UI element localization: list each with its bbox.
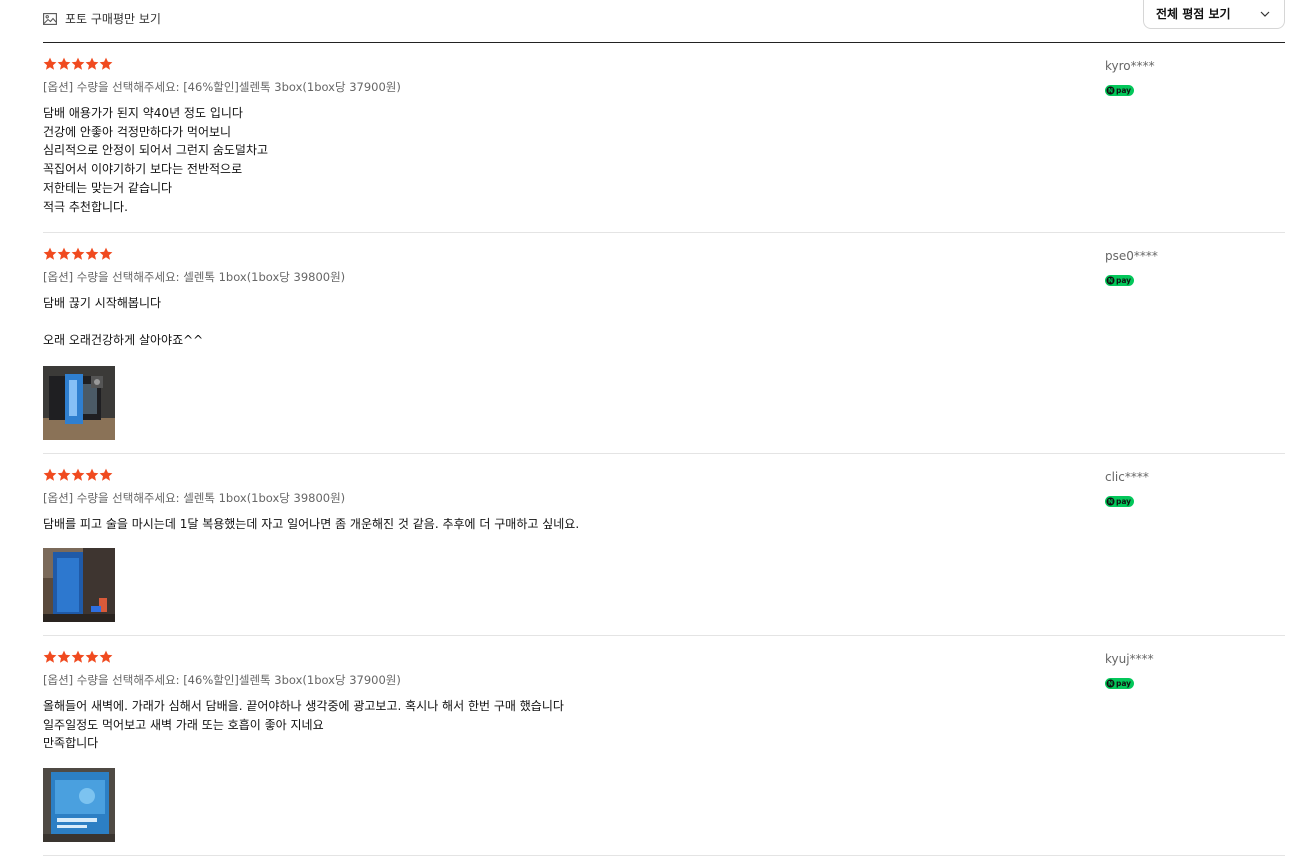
star-icon — [43, 57, 57, 70]
star-icon — [85, 468, 99, 481]
star-icon — [71, 650, 85, 663]
svg-text:N: N — [1108, 499, 1113, 506]
star-icon — [57, 57, 71, 70]
review-photo-thumbnail[interactable] — [43, 548, 115, 622]
review-list-page: 포토 구매평만 보기 전체 평점 보기 [옵션] 수량을 선택해주세요: [46… — [0, 0, 1304, 859]
star-icon — [71, 57, 85, 70]
star-icon — [71, 247, 85, 260]
review-option: [옵션] 수량을 선택해주세요: 셀렌톡 1box(1box당 39800원) — [43, 270, 346, 284]
reviewer-id: kyuj**** — [1105, 652, 1154, 666]
star-icon — [99, 247, 113, 260]
npay-badge-icon: Npay — [1105, 271, 1134, 290]
npay-badge-icon: Npay — [1105, 674, 1134, 693]
review-text: 담배 끊기 시작해봅니다 오래 오래건강하게 살아야죠^^ — [43, 296, 204, 348]
photo-filter-label: 포토 구매평만 보기 — [65, 12, 161, 26]
photo-review-filter[interactable]: 포토 구매평만 보기 — [43, 10, 161, 27]
review-item: [옵션] 수량을 선택해주세요: [46%할인]셀렌톡 3box(1box당 3… — [43, 636, 1285, 856]
review-filter-bar: 포토 구매평만 보기 전체 평점 보기 — [43, 0, 1285, 43]
star-icon — [43, 468, 57, 481]
review-option: [옵션] 수량을 선택해주세요: 셀렌톡 1box(1box당 39800원) — [43, 491, 346, 505]
star-icon — [99, 650, 113, 663]
star-icon — [85, 57, 99, 70]
star-icon — [43, 650, 57, 663]
npay-badge-icon: Npay — [1105, 81, 1134, 100]
review-photo-thumbnail[interactable] — [43, 768, 115, 842]
review-text: 담배 애용가가 된지 약40년 정도 입니다 건강에 안좋아 걱정만하다가 먹어… — [43, 106, 269, 214]
review-photo-thumbnail[interactable] — [43, 366, 115, 440]
review-option: [옵션] 수량을 선택해주세요: [46%할인]셀렌톡 3box(1box당 3… — [43, 80, 401, 94]
star-icon — [57, 650, 71, 663]
star-icon — [85, 247, 99, 260]
npay-label: pay — [1116, 86, 1131, 95]
star-rating — [43, 247, 113, 261]
star-icon — [71, 468, 85, 481]
star-icon — [85, 650, 99, 663]
star-rating — [43, 57, 113, 71]
star-rating — [43, 650, 113, 664]
review-text: 올해들어 새벽에. 가래가 심해서 담배을. 끝어야하나 생각중에 광고보고. … — [43, 699, 564, 751]
npay-badge-icon: Npay — [1105, 492, 1134, 511]
star-rating — [43, 468, 113, 482]
reviewer-id: clic**** — [1105, 470, 1149, 484]
reviewer-id: pse0**** — [1105, 249, 1158, 263]
npay-label: pay — [1116, 497, 1131, 506]
star-icon — [99, 468, 113, 481]
svg-text:N: N — [1108, 88, 1113, 95]
review-text: 담배를 피고 술을 마시는데 1달 복용했는데 자고 일어나면 좀 개운해진 것… — [43, 517, 580, 531]
reviewer-id: kyro**** — [1105, 59, 1155, 73]
star-icon — [43, 247, 57, 260]
chevron-down-icon — [1260, 6, 1270, 20]
star-icon — [57, 247, 71, 260]
rating-sort-dropdown[interactable]: 전체 평점 보기 — [1143, 0, 1285, 29]
review-item: [옵션] 수량을 선택해주세요: [46%할인]셀렌톡 3box(1box당 3… — [43, 43, 1285, 233]
sort-label: 전체 평점 보기 — [1156, 6, 1231, 21]
image-icon — [43, 12, 57, 25]
svg-text:N: N — [1108, 278, 1113, 285]
star-icon — [57, 468, 71, 481]
svg-text:N: N — [1108, 681, 1113, 688]
review-item: [옵션] 수량을 선택해주세요: 셀렌톡 1box(1box당 39800원) … — [43, 454, 1285, 636]
npay-label: pay — [1116, 276, 1131, 285]
npay-label: pay — [1116, 679, 1131, 688]
star-icon — [99, 57, 113, 70]
review-item: [옵션] 수량을 선택해주세요: 셀렌톡 1box(1box당 39800원) … — [43, 233, 1285, 454]
review-option: [옵션] 수량을 선택해주세요: [46%할인]셀렌톡 3box(1box당 3… — [43, 673, 401, 687]
